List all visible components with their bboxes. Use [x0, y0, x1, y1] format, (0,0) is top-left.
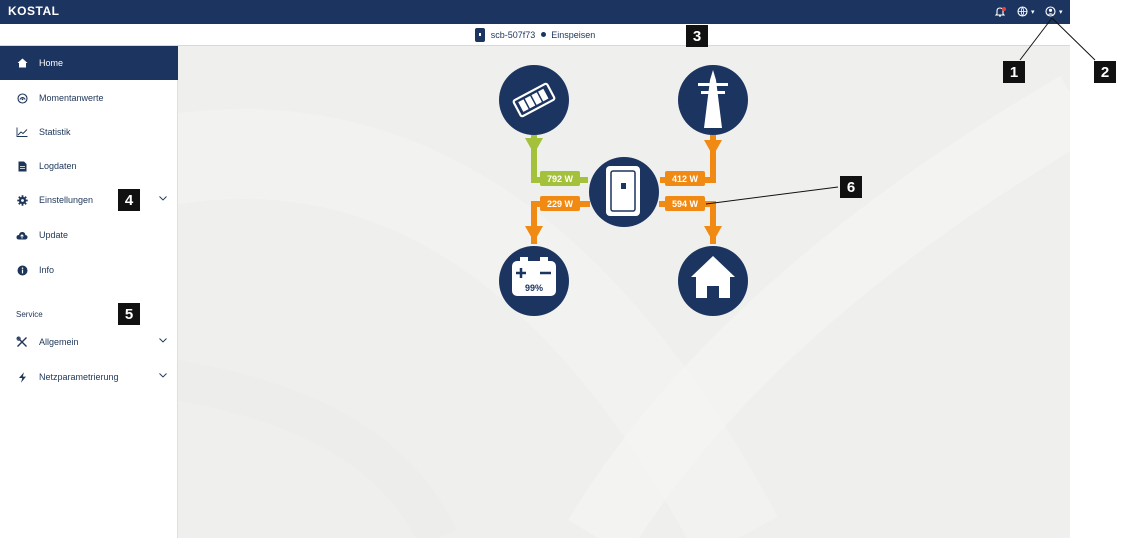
- background-arc: [568, 75, 1070, 538]
- bell-icon: [994, 6, 1006, 19]
- status-indicator: [541, 32, 547, 37]
- callout-6-leader: [705, 186, 839, 205]
- user-icon: [1045, 5, 1056, 19]
- sidebar-item-label: Home: [39, 58, 64, 68]
- background-arc: [178, 360, 457, 538]
- home-icon: [16, 58, 28, 68]
- sidebar-item-logdaten[interactable]: Logdaten: [0, 149, 178, 183]
- energy-flow-panel: 792 W 412 W 229 W 594 W 99%: [178, 46, 1070, 538]
- sidebar-item-info[interactable]: Info: [0, 253, 178, 287]
- callout-3: 3: [686, 25, 708, 47]
- sidebar-item-home[interactable]: Home: [0, 46, 178, 80]
- kostal-logo: KOSTAL: [8, 4, 60, 18]
- sidebar-item-allgemein[interactable]: Allgemein: [0, 325, 178, 359]
- top-bar: KOSTAL ▾ ▾: [0, 0, 1070, 24]
- inverter-device-icon: [474, 27, 485, 42]
- sidebar-item-label: Update: [39, 230, 69, 240]
- sidebar-item-einstellungen[interactable]: Einstellungen: [0, 183, 178, 217]
- device-status: Einspeisen: [551, 29, 596, 40]
- chevron-down-icon: [158, 193, 168, 205]
- callout-4: 4: [118, 189, 140, 211]
- home-power-value: 594 W: [672, 199, 699, 209]
- info-icon: [16, 265, 28, 276]
- globe-icon: [1017, 5, 1028, 19]
- sidebar-item-label: Momentanwerte: [39, 93, 104, 103]
- inverter-icon: [606, 166, 640, 216]
- battery-soc-value: 99%: [525, 283, 543, 293]
- sidebar-item-netzparametrierung[interactable]: Netzparametrierung: [0, 360, 178, 394]
- sidebar-item-momentanwerte[interactable]: Momentanwerte: [0, 81, 178, 115]
- chevron-down-icon: ▾: [1059, 9, 1063, 16]
- callout-1: 1: [1003, 61, 1025, 83]
- tools-icon: [16, 336, 28, 348]
- sidebar-item-label: Einstellungen: [39, 195, 94, 205]
- cloud-upload-icon: [16, 231, 28, 240]
- service-section-title: Service: [16, 310, 43, 319]
- sidebar-item-label: Info: [39, 265, 55, 275]
- bolt-icon: [16, 371, 28, 383]
- gauge-icon: [16, 92, 28, 104]
- language-button[interactable]: ▾: [1017, 4, 1035, 20]
- callout-5: 5: [118, 303, 140, 325]
- file-icon: [16, 161, 28, 172]
- sidebar-item-statistik[interactable]: Statistik: [0, 115, 178, 149]
- sidebar-item-label: Statistik: [39, 127, 71, 137]
- line-chart-icon: [16, 127, 28, 137]
- battery-power-value: 229 W: [547, 199, 574, 209]
- sidebar-item-label: Netzparametrierung: [39, 372, 119, 382]
- sidebar: Home Momentanwerte Statistik Logdaten Ei…: [0, 46, 178, 538]
- notifications-button[interactable]: [994, 4, 1006, 20]
- notification-dot: [1002, 6, 1006, 11]
- device-name: scb-507f73: [490, 29, 536, 40]
- home-consumption-node[interactable]: [678, 246, 748, 316]
- chevron-down-icon: [158, 335, 168, 347]
- sidebar-item-label: Allgemein: [39, 337, 79, 347]
- sidebar-item-update[interactable]: Update: [0, 218, 178, 252]
- pv-power-value: 792 W: [547, 174, 574, 184]
- battery-node[interactable]: [499, 246, 569, 316]
- callout-6: 6: [840, 176, 862, 198]
- callout-2: 2: [1094, 61, 1116, 83]
- grid-power-value: 412 W: [672, 174, 699, 184]
- gear-icon: [16, 194, 28, 206]
- inverter-node[interactable]: [589, 157, 659, 227]
- pv-solar-node[interactable]: [499, 65, 569, 135]
- power-grid-node[interactable]: [678, 65, 748, 135]
- chevron-down-icon: [158, 370, 168, 382]
- user-menu-button[interactable]: ▾: [1045, 4, 1063, 20]
- chevron-down-icon: ▾: [1031, 9, 1035, 16]
- sidebar-item-label: Logdaten: [39, 161, 77, 171]
- device-status-bar: scb-507f73 Einspeisen: [0, 24, 1070, 46]
